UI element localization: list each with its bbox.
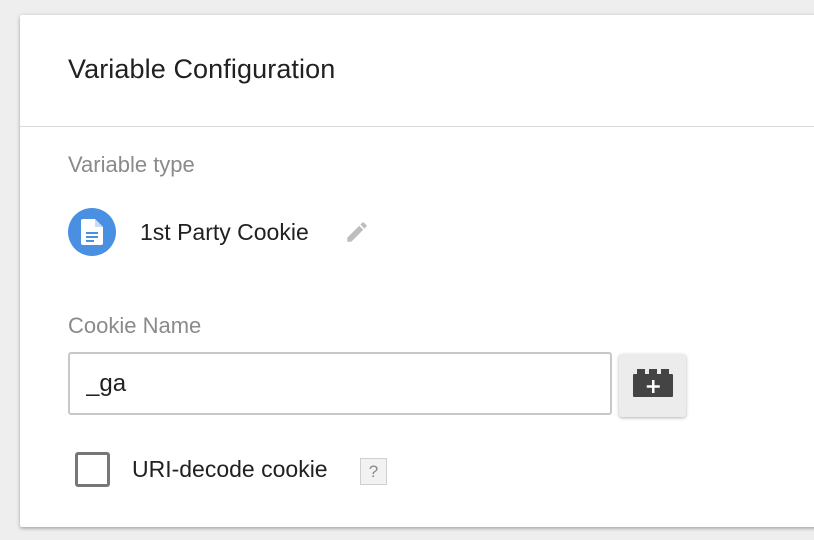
insert-variable-button[interactable] [619, 354, 686, 417]
variable-type-label: Variable type [68, 152, 195, 177]
cookie-name-input[interactable] [68, 352, 612, 415]
lego-brick-plus-icon [632, 368, 674, 403]
help-icon[interactable]: ? [360, 458, 387, 485]
card-header: Variable Configuration [20, 15, 814, 127]
card-title: Variable Configuration [68, 54, 336, 84]
document-icon [68, 208, 116, 256]
variable-configuration-card: Variable Configuration Variable type 1st… [20, 15, 814, 527]
pencil-icon[interactable] [343, 218, 371, 246]
cookie-name-label: Cookie Name [68, 313, 202, 338]
variable-type-name: 1st Party Cookie [140, 218, 309, 245]
uri-decode-checkbox[interactable] [75, 452, 110, 487]
variable-type-row: 1st Party Cookie [68, 208, 371, 256]
uri-decode-label[interactable]: URI-decode cookie [132, 456, 328, 483]
